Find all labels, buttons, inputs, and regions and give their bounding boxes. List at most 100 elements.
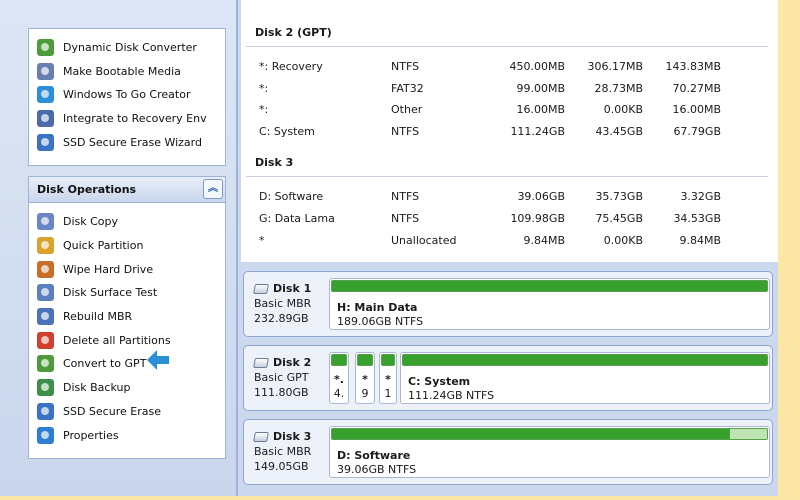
op-rebuild-mbr[interactable]: Rebuild MBR: [37, 306, 132, 326]
menu-label: Wipe Hard Drive: [63, 262, 154, 276]
disk-type: Basic MBR: [254, 445, 312, 458]
disk-info: Disk 2 Basic GPT 111.80GB: [253, 355, 312, 400]
table-row[interactable]: G: Data Lama NTFS 109.98GB 75.45GB 34.53…: [241, 209, 778, 229]
disk-name: Disk 1: [273, 282, 312, 295]
properties-icon: [37, 426, 54, 444]
hard-disk-icon: [253, 283, 269, 294]
op-disk-surface-test[interactable]: Disk Surface Test: [37, 282, 157, 302]
disk-map-disk1[interactable]: Disk 1 Basic MBR 232.89GB H: Main Data 1…: [243, 271, 773, 337]
menu-label: Disk Surface Test: [63, 285, 158, 299]
partition-list: Disk 2 (GPT) *: Recovery NTFS 450.00MB 3…: [241, 0, 778, 262]
wizard-windows-to-go[interactable]: Windows To Go Creator: [37, 84, 190, 104]
cell-used: 43.45GB: [595, 125, 643, 138]
cell-capacity: 16.00MB: [516, 103, 565, 116]
disk-map-disk2[interactable]: Disk 2 Basic GPT 111.80GB *. 4. * 9 * 1 …: [243, 345, 773, 411]
partition-block[interactable]: * 1: [379, 352, 397, 404]
wizard-dynamic-disk-converter[interactable]: Dynamic Disk Converter: [37, 37, 197, 57]
table-row[interactable]: *: FAT32 99.00MB 28.73MB 70.27MB: [241, 79, 778, 99]
cell-partition: G: Data Lama: [259, 212, 335, 225]
cell-capacity: 99.00MB: [516, 82, 565, 95]
cell-capacity: 9.84MB: [523, 234, 565, 247]
disk-name: Disk 2: [273, 356, 312, 369]
op-properties[interactable]: Properties: [37, 425, 119, 445]
dynamic-disk-icon: [37, 38, 54, 56]
op-disk-backup[interactable]: Disk Backup: [37, 377, 130, 397]
panel-title: Disk Operations: [37, 183, 137, 196]
partition-detail: 4.: [333, 387, 345, 400]
disk-name-row: Disk 2: [253, 355, 312, 370]
disk-name-row: Disk 1: [253, 281, 312, 296]
partition-name: *: [362, 373, 368, 386]
recovery-env-icon: [37, 109, 54, 127]
cell-filesystem: NTFS: [391, 125, 420, 138]
menu-label: Convert to GPT: [63, 356, 147, 370]
disk-group-header: Disk 3: [255, 156, 294, 169]
disk-type: Basic MBR: [254, 297, 312, 310]
usage-fill: [332, 429, 731, 439]
disk-type: Basic GPT: [254, 371, 309, 384]
wipe-drive-icon: [37, 260, 54, 278]
menu-label: Quick Partition: [63, 238, 144, 252]
table-row[interactable]: D: Software NTFS 39.06GB 35.73GB 3.32GB: [241, 187, 778, 207]
usage-bar: [331, 354, 347, 366]
partition-block[interactable]: D: Software 39.06GB NTFS: [329, 426, 770, 478]
partition-name: C: System: [408, 375, 471, 388]
op-disk-copy[interactable]: Disk Copy: [37, 211, 118, 231]
cell-filesystem: NTFS: [391, 212, 420, 225]
bootable-media-icon: [37, 62, 54, 80]
op-quick-partition[interactable]: Quick Partition: [37, 235, 143, 255]
op-ssd-secure-erase[interactable]: SSD Secure Erase: [37, 401, 161, 421]
op-wipe-hard-drive[interactable]: Wipe Hard Drive: [37, 259, 153, 279]
sidebar: Dynamic Disk Converter Make Bootable Med…: [0, 0, 238, 496]
partition-block[interactable]: * 9: [355, 352, 375, 404]
partition-block[interactable]: C: System 111.24GB NTFS: [400, 352, 770, 404]
cell-filesystem: FAT32: [391, 82, 424, 95]
cell-used: 0.00KB: [603, 103, 643, 116]
partition-block[interactable]: *. 4.: [329, 352, 349, 404]
partition-label: * 1: [380, 373, 396, 401]
cell-used: 306.17MB: [587, 60, 643, 73]
partition-name: *.: [334, 373, 344, 386]
disk-group-header: Disk 2 (GPT): [255, 26, 332, 39]
table-row[interactable]: * Unallocated 9.84MB 0.00KB 9.84MB: [241, 231, 778, 251]
cell-partition: *: [259, 234, 265, 247]
partition-block[interactable]: H: Main Data 189.06GB NTFS: [329, 278, 770, 330]
usage-bar: [357, 354, 373, 366]
table-row[interactable]: *: Other 16.00MB 0.00KB 16.00MB: [241, 100, 778, 120]
wizard-make-bootable-media[interactable]: Make Bootable Media: [37, 61, 181, 81]
windows-to-go-icon: [37, 85, 54, 103]
menu-label: Disk Backup: [63, 380, 131, 394]
wizard-integrate-recovery[interactable]: Integrate to Recovery Env: [37, 108, 207, 128]
partition-detail: 111.24GB NTFS: [408, 389, 495, 402]
wizard-ssd-secure-erase[interactable]: SSD Secure Erase Wizard: [37, 132, 202, 152]
table-row[interactable]: C: System NTFS 111.24GB 43.45GB 67.79GB: [241, 122, 778, 142]
disk-size: 111.80GB: [254, 386, 309, 399]
collapse-icon[interactable]: ︽: [203, 179, 223, 199]
divider: [246, 46, 768, 47]
rebuild-mbr-icon: [37, 307, 54, 325]
cell-free: 67.79GB: [673, 125, 721, 138]
hard-disk-icon: [253, 357, 269, 368]
disk-operations-panel: Disk Operations ︽ Disk Copy Quick Partit…: [28, 176, 226, 459]
op-convert-to-gpt[interactable]: Convert to GPT: [37, 353, 146, 373]
disk-name-row: Disk 3: [253, 429, 311, 444]
usage-fill: [382, 355, 394, 365]
cell-filesystem: Other: [391, 103, 423, 116]
usage-bar: [381, 354, 395, 366]
table-row[interactable]: *: Recovery NTFS 450.00MB 306.17MB 143.8…: [241, 57, 778, 77]
ssd-erase-icon: [37, 402, 54, 420]
disk-map-disk3[interactable]: Disk 3 Basic MBR 149.05GB D: Software 39…: [243, 419, 773, 485]
disk-operations-header[interactable]: Disk Operations ︽: [29, 177, 225, 203]
partition-label: D: Software 39.06GB NTFS: [337, 449, 416, 477]
cell-capacity: 111.24GB: [510, 125, 565, 138]
partition-label: C: System 111.24GB NTFS: [408, 375, 494, 403]
partition-label: * 9: [356, 373, 374, 401]
menu-label: SSD Secure Erase: [63, 404, 161, 418]
cell-partition: *:: [259, 82, 269, 95]
usage-fill: [332, 281, 767, 291]
partition-detail: 9: [361, 387, 369, 400]
cell-free: 34.53GB: [673, 212, 721, 225]
op-delete-all-partitions[interactable]: Delete all Partitions: [37, 330, 171, 350]
cell-filesystem: NTFS: [391, 190, 420, 203]
ssd-erase-wizard-icon: [37, 133, 54, 151]
